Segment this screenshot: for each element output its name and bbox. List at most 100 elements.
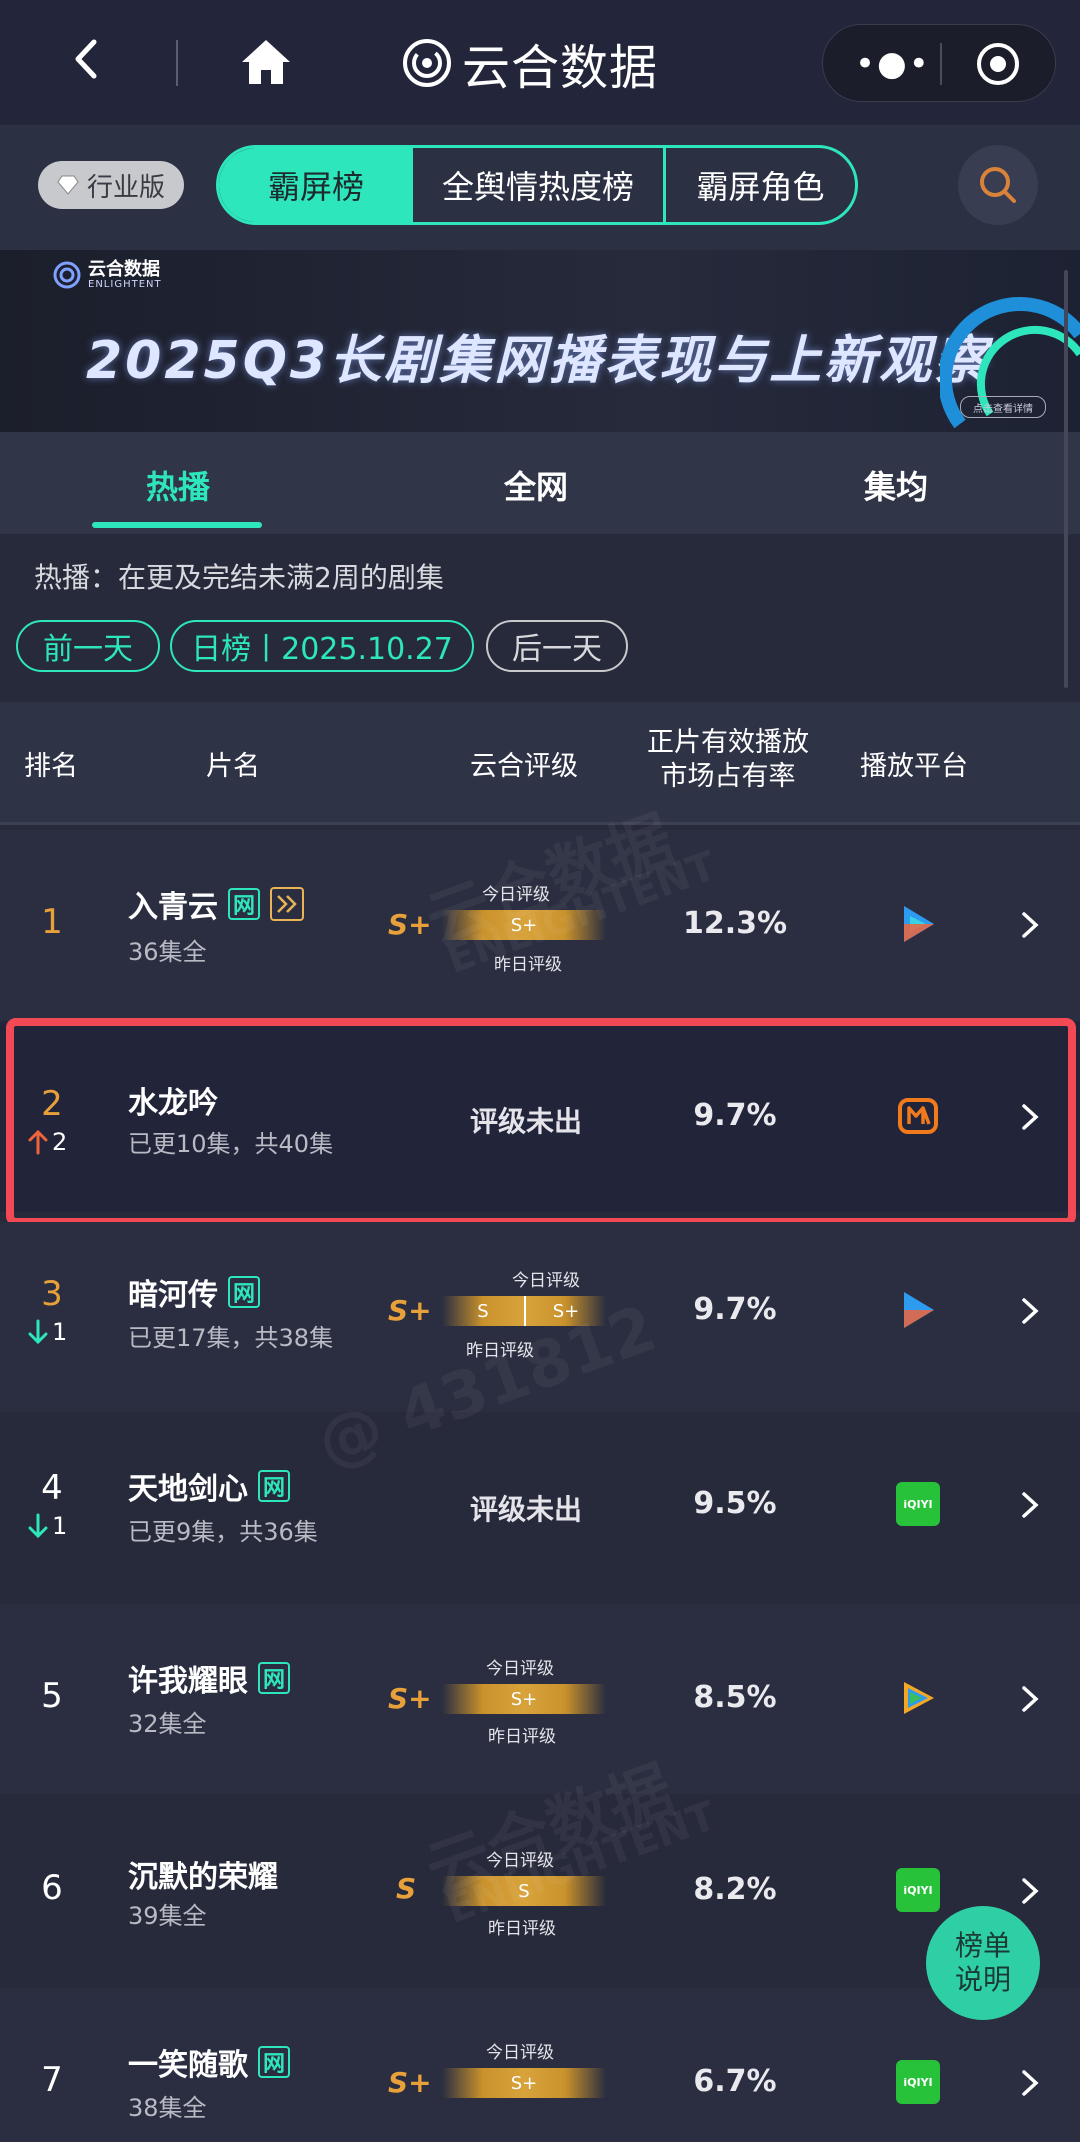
next-day-button[interactable]: 后一天 xyxy=(486,620,628,672)
rank-number: 2 xyxy=(41,1084,63,1124)
nav-divider xyxy=(176,40,178,86)
chevron-right-icon[interactable] xyxy=(1018,2068,1042,2098)
market-share-value: 8.5% xyxy=(693,1680,777,1715)
rating-not-available: 评级未出 xyxy=(470,1493,583,1526)
search-button[interactable] xyxy=(958,145,1038,225)
rating-meter-value: S+ xyxy=(510,2072,538,2094)
today-rating-label: 今日评级 xyxy=(486,1659,554,1679)
scrollbar[interactable] xyxy=(1064,270,1068,688)
chevron-right-icon[interactable] xyxy=(1018,1684,1042,1714)
tab-public-opinion-heat[interactable]: 全舆情热度榜 xyxy=(413,148,666,222)
table-row[interactable]: 5 许我耀眼 网 32集全 S+ 今日评级 S+ 昨日评级 8.5% xyxy=(0,1604,1080,1794)
header-divider xyxy=(0,822,1080,825)
banner-logo: 云合数据 ENLIGHTENT xyxy=(52,260,162,290)
chevron-right-icon[interactable] xyxy=(1018,1102,1042,1132)
promo-banner[interactable]: 云合数据 ENLIGHTENT 2025Q3长剧集网播表现与上新观察 点击查看详… xyxy=(0,250,1080,432)
mango-tv-icon xyxy=(898,1098,938,1134)
rating-grade: S+ xyxy=(388,1294,432,1327)
episode-info: 已更10集，共40集 xyxy=(128,1130,334,1158)
rating-not-available: 评级未出 xyxy=(470,1105,583,1138)
network-drama-badge: 网 xyxy=(228,1276,260,1308)
network-drama-badge: 网 xyxy=(258,1662,290,1694)
rating-grade: S+ xyxy=(388,1682,432,1715)
drama-title: 许我耀眼 网 xyxy=(128,1656,290,1700)
banner-logo-text: 云合数据 xyxy=(88,258,160,280)
column-rating: 云合评级 xyxy=(470,751,578,782)
category-description: 热播：在更及完结未满2周的剧集 xyxy=(34,561,444,594)
market-share-value: 12.3% xyxy=(682,906,788,941)
banner-view-details-link[interactable]: 点击查看详情 xyxy=(960,396,1046,418)
market-share-value: 8.2% xyxy=(693,1872,777,1907)
fast-forward-badge-icon xyxy=(270,887,304,921)
diamond-icon xyxy=(57,175,79,195)
chevron-right-icon[interactable] xyxy=(1018,1490,1042,1520)
drama-title: 一笑随歌 网 xyxy=(128,2040,290,2084)
chart-explanation-button[interactable]: 榜单 说明 xyxy=(926,1906,1040,2020)
app-brand: 云合数据 xyxy=(402,30,658,96)
top-navigation-bar: 云合数据 •●• xyxy=(0,0,1080,125)
tab-per-episode[interactable]: 集均 xyxy=(796,462,996,508)
rating-meter: S+ xyxy=(442,1684,606,1714)
market-share-value: 9.7% xyxy=(693,1098,777,1133)
today-rating-label: 今日评级 xyxy=(486,2043,554,2063)
home-icon[interactable] xyxy=(238,36,294,88)
rank-change-value: 1 xyxy=(52,1318,68,1346)
industry-edition-label: 行业版 xyxy=(86,172,165,203)
table-row[interactable]: 2 2 水龙吟 已更10集，共40集 评级未出 9.7% xyxy=(0,1022,1080,1212)
rating-meter: S+ xyxy=(442,2068,606,2098)
category-tabs: 热播 全网 集均 xyxy=(0,432,1080,534)
table-row[interactable]: 4 1 天地剑心 网 已更9集，共36集 评级未出 9.5% iQIYI xyxy=(0,1412,1080,1602)
close-target-icon[interactable] xyxy=(975,41,1021,87)
previous-day-button[interactable]: 前一天 xyxy=(16,620,160,672)
rank-number: 7 xyxy=(41,2060,63,2100)
rank-number: 1 xyxy=(41,902,63,942)
tab-dominance-chart[interactable]: 霸屏榜 xyxy=(219,148,413,222)
tab-hot-airing[interactable]: 热播 xyxy=(78,462,278,508)
fab-label-line2: 说明 xyxy=(954,1963,1011,1996)
drama-title-text: 暗河传 xyxy=(128,1278,218,1313)
chevron-right-icon[interactable] xyxy=(1018,910,1042,940)
network-drama-badge: 网 xyxy=(228,888,260,920)
column-market-share-line2: 市场占有率 xyxy=(660,761,796,792)
tencent-video-icon xyxy=(904,1292,934,1328)
market-share-value: 9.5% xyxy=(693,1486,777,1521)
column-market-share: 正片有效播放 市场占有率 xyxy=(640,726,816,794)
drama-title-text: 天地剑心 xyxy=(128,1472,248,1507)
banner-logo-subtext: ENLIGHTENT xyxy=(88,278,162,290)
rank-number: 6 xyxy=(41,1868,63,1908)
rank-change: 2 xyxy=(28,1128,67,1156)
back-icon[interactable] xyxy=(66,38,108,80)
arrow-up-icon xyxy=(28,1129,48,1155)
tab-all-network[interactable]: 全网 xyxy=(436,462,636,508)
chevron-right-icon[interactable] xyxy=(1018,1296,1042,1326)
rank-change-value: 2 xyxy=(52,1128,68,1156)
more-options-icon[interactable]: •●• xyxy=(855,47,931,81)
drama-title-text: 水龙吟 xyxy=(128,1086,218,1121)
date-selector[interactable]: 日榜丨2025.10.27 xyxy=(170,620,474,672)
rating-grade: S+ xyxy=(388,2066,432,2099)
episode-info: 39集全 xyxy=(128,1902,207,1930)
rating-grade: S xyxy=(396,1872,417,1905)
today-rating-label: 今日评级 xyxy=(512,1271,580,1291)
episode-info: 已更9集，共36集 xyxy=(128,1518,318,1546)
rank-change: 1 xyxy=(28,1512,67,1540)
network-drama-badge: 网 xyxy=(258,2046,290,2078)
chevron-right-icon[interactable] xyxy=(1018,1876,1042,1906)
rating-meter-yesterday-value: S xyxy=(477,1300,489,1322)
column-rank: 排名 xyxy=(24,751,78,782)
industry-edition-button[interactable]: 行业版 xyxy=(38,161,184,209)
column-market-share-line1: 正片有效播放 xyxy=(647,727,809,758)
drama-title-text: 入青云 xyxy=(128,890,218,925)
tab-dominant-roles[interactable]: 霸屏角色 xyxy=(666,148,855,222)
iqiyi-icon: iQIYI xyxy=(896,2060,940,2104)
app-title: 云合数据 xyxy=(462,40,659,96)
episode-info: 32集全 xyxy=(128,1710,207,1738)
rank-change: 1 xyxy=(28,1318,67,1346)
episode-info: 38集全 xyxy=(128,2094,207,2122)
rank-number: 5 xyxy=(41,1676,63,1716)
capsule-divider xyxy=(940,43,942,85)
episode-info: 36集全 xyxy=(128,938,207,966)
iqiyi-icon: iQIYI xyxy=(896,1868,940,1912)
drama-title: 水龙吟 xyxy=(128,1078,218,1122)
table-row[interactable]: 7 一笑随歌 网 38集全 S+ 今日评级 S+ 6.7% iQIYI xyxy=(0,1988,1080,2142)
